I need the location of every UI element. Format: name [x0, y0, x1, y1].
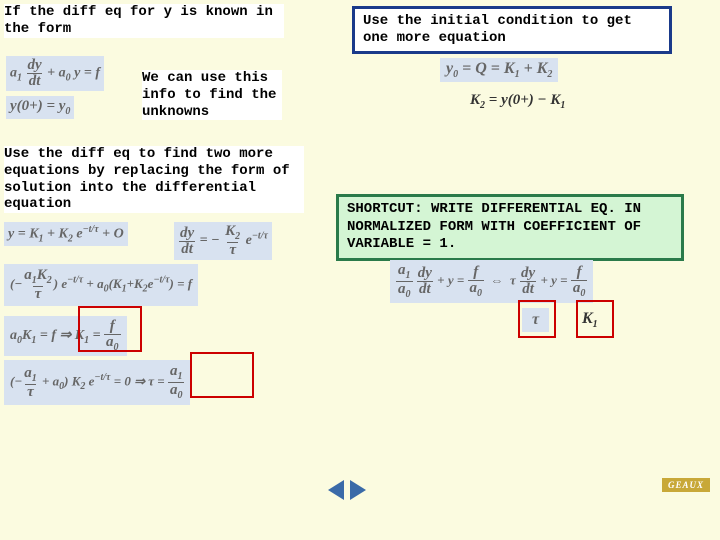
hint-unknowns: We can use this info to find the unknown…: [142, 70, 282, 120]
intro-text: If the diff eq for y is known in the for…: [4, 4, 284, 38]
eq-derivative: dydt = − K2τ e−t/τ: [174, 222, 272, 260]
redbox-tau-callout: [518, 300, 556, 338]
eq-initial-condition: y(0+) = y0: [6, 96, 74, 119]
eq-normalized: a1a0 dydt + y = fa0 ⇔ τ dydt + y = fa0: [390, 260, 593, 303]
eq-ode: a1 dydt + a0 y = f: [6, 56, 104, 91]
redbox-k1: [78, 306, 142, 352]
eq-solution-form: y = K1 + K2 e−t/τ + O: [4, 222, 128, 246]
initial-condition-box: Use the initial condition to get one mor…: [352, 6, 672, 54]
eq-tau-solve: (−a1τ + a0) K2 e−t/τ = 0 ⇒ τ = a1a0: [4, 360, 190, 405]
logo-badge: GEAUX: [662, 478, 710, 492]
next-icon[interactable]: [350, 480, 366, 500]
shortcut-box: SHORTCUT: WRITE DIFFERENTIAL EQ. IN NORM…: [336, 194, 684, 261]
redbox-tau: [190, 352, 254, 398]
redbox-k1-callout: [576, 300, 614, 338]
eq-k2: K2 = y(0+) − K1: [470, 92, 565, 111]
prev-icon[interactable]: [328, 480, 344, 500]
eq-substituted: (−a1K2τ) e−t/τ + a0(K1+K2e−t/τ) = f: [4, 264, 198, 306]
step-substitute: Use the diff eq to find two more equatio…: [4, 146, 304, 213]
nav-controls: [328, 480, 366, 500]
eq-ic-sum: y0 = Q = K1 + K2: [440, 58, 558, 82]
